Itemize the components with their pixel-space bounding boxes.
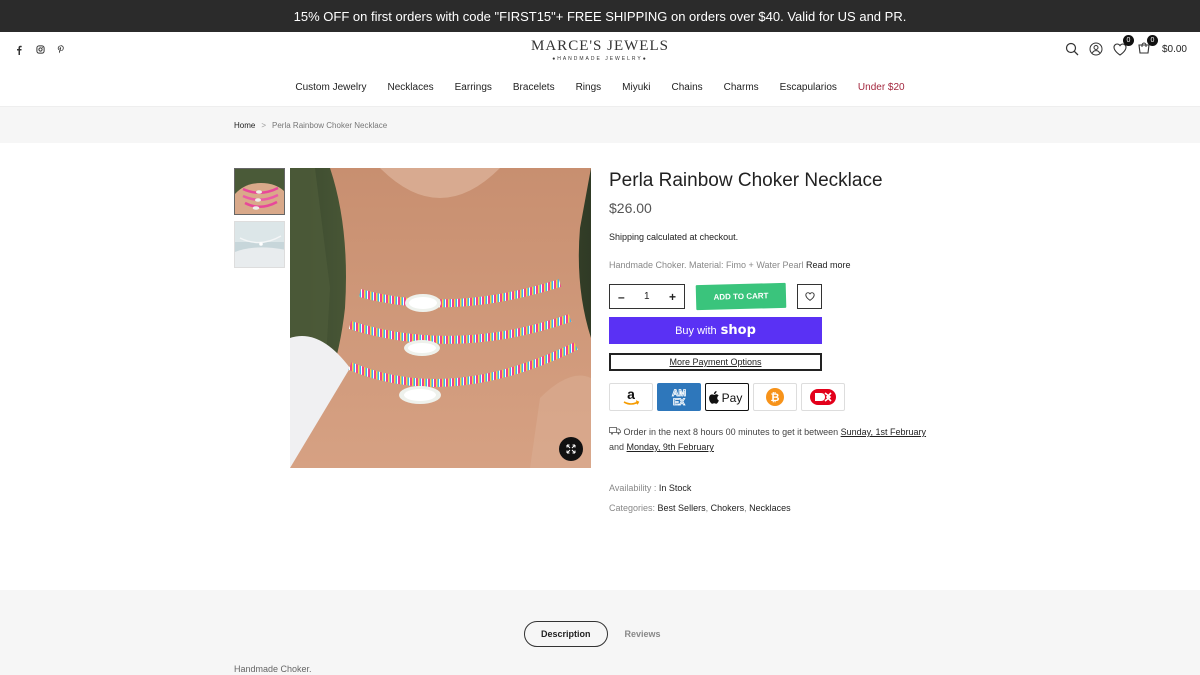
categories-label: Categories:: [609, 503, 656, 513]
breadcrumb: Home > Perla Rainbow Choker Necklace: [0, 106, 1200, 143]
shop-logo: shop: [720, 323, 756, 338]
main-nav: Custom Jewelry Necklaces Earrings Bracel…: [0, 82, 1200, 93]
delivery-and: and: [609, 442, 625, 452]
header-icons: 0 0 $0.00: [1064, 35, 1187, 57]
truck-icon: [609, 427, 621, 437]
read-more-link[interactable]: Read more: [806, 260, 851, 270]
nav-item-earrings[interactable]: Earrings: [455, 82, 492, 93]
delivery-text: Order in the next 8 hours 00 minutes to …: [623, 427, 839, 437]
product-thumbnails: [234, 168, 285, 274]
expand-icon: [559, 437, 583, 461]
svg-text:a: a: [627, 387, 635, 402]
availability: Availability : In Stock: [609, 483, 969, 493]
product-thumbnail[interactable]: [234, 168, 285, 215]
svg-text:₿: ₿: [771, 392, 780, 404]
brand-tagline: ●HANDMADE JEWELRY●: [552, 56, 648, 62]
add-to-wishlist-button[interactable]: [797, 284, 822, 309]
category-link[interactable]: Necklaces: [749, 503, 791, 513]
availability-value: In Stock: [658, 483, 692, 493]
qty-decrease-button[interactable]: –: [618, 290, 625, 304]
product-tabs: Description Reviews: [524, 621, 661, 647]
product-main-image[interactable]: [290, 168, 591, 468]
wishlist-icon[interactable]: 0: [1112, 35, 1134, 57]
product-price: $26.00: [609, 200, 652, 216]
apple-pay-icon: Pay: [705, 383, 749, 411]
breadcrumb-separator: >: [261, 120, 267, 130]
product-tabs-section: Description Reviews Handmade Choker.: [0, 590, 1200, 675]
nav-item-charms[interactable]: Charms: [724, 82, 759, 93]
announcement-bar: 15% OFF on first orders with code "FIRST…: [0, 0, 1200, 32]
product-title: Perla Rainbow Choker Necklace: [609, 170, 883, 191]
site-header: MARCE'S JEWELS ●HANDMADE JEWELRY● 0 0 $0…: [0, 32, 1200, 106]
shipping-note: Shipping calculated at checkout.: [609, 232, 739, 242]
nav-item-miyuki[interactable]: Miyuki: [622, 82, 650, 93]
account-icon[interactable]: [1088, 41, 1104, 57]
product-info: Perla Rainbow Choker Necklace $26.00 Shi…: [609, 168, 969, 513]
nav-item-under-20[interactable]: Under $20: [858, 82, 905, 93]
search-icon[interactable]: [1064, 41, 1080, 57]
bitcoin-icon: ₿: [753, 383, 797, 411]
product-section: Perla Rainbow Choker Necklace $26.00 Shi…: [0, 143, 1200, 589]
breadcrumb-current: Perla Rainbow Choker Necklace: [272, 120, 388, 130]
qty-increase-button[interactable]: +: [669, 290, 676, 304]
category-link[interactable]: Chokers: [711, 503, 745, 513]
categories: Categories: Best Sellers, Chokers, Neckl…: [609, 503, 791, 513]
nav-item-necklaces[interactable]: Necklaces: [388, 82, 434, 93]
quantity-stepper: – 1 +: [609, 284, 685, 309]
nav-item-escapularios[interactable]: Escapularios: [780, 82, 837, 93]
amex-icon: AM EX: [657, 383, 701, 411]
add-to-cart-row: – 1 + ADD TO CART: [609, 282, 969, 311]
svg-text:EX: EX: [673, 397, 685, 407]
dankort-icon: [801, 383, 845, 411]
delivery-estimate: Order in the next 8 hours 00 minutes to …: [609, 425, 969, 455]
buy-with-label: Buy with: [675, 324, 717, 337]
product-thumbnail[interactable]: [234, 221, 285, 268]
short-description: Handmade Choker. Material: Fimo + Water …: [609, 260, 969, 270]
category-link[interactable]: Best Sellers: [658, 503, 706, 513]
wishlist-count-badge: 0: [1122, 35, 1134, 46]
amazon-pay-icon: a: [609, 383, 653, 411]
delivery-date-start: Sunday, 1st February: [840, 427, 927, 437]
quantity-value[interactable]: 1: [644, 291, 650, 302]
svg-text:Pay: Pay: [722, 391, 743, 405]
availability-label: Availability :: [609, 483, 657, 493]
tab-content: Handmade Choker.: [234, 664, 312, 674]
add-to-cart-button[interactable]: ADD TO CART: [695, 282, 787, 311]
more-payment-options-button[interactable]: More Payment Options: [609, 353, 822, 371]
brand-name: MARCE'S JEWELS: [531, 38, 669, 54]
cart-icon[interactable]: 0: [1136, 35, 1158, 57]
zoom-button[interactable]: [559, 437, 583, 466]
nav-item-custom-jewelry[interactable]: Custom Jewelry: [295, 82, 366, 93]
nav-item-rings[interactable]: Rings: [576, 82, 602, 93]
buy-with-shop-button[interactable]: Buy with shop: [609, 317, 822, 344]
tab-reviews[interactable]: Reviews: [625, 629, 661, 639]
nav-item-bracelets[interactable]: Bracelets: [513, 82, 555, 93]
brand-logo[interactable]: MARCE'S JEWELS ●HANDMADE JEWELRY●: [0, 38, 1200, 62]
nav-item-chains[interactable]: Chains: [672, 82, 703, 93]
announcement-text: 15% OFF on first orders with code "FIRST…: [293, 8, 907, 24]
short-description-text: Handmade Choker. Material: Fimo + Water …: [609, 260, 804, 270]
tab-description[interactable]: Description: [524, 621, 608, 647]
cart-total[interactable]: $0.00: [1162, 44, 1187, 55]
heart-icon: [804, 292, 815, 301]
payment-methods: a AM EX Pay ₿: [609, 383, 969, 411]
cart-count-badge: 0: [1146, 35, 1158, 46]
delivery-date-end: Monday, 9th February: [626, 442, 714, 452]
breadcrumb-home[interactable]: Home: [234, 121, 255, 130]
